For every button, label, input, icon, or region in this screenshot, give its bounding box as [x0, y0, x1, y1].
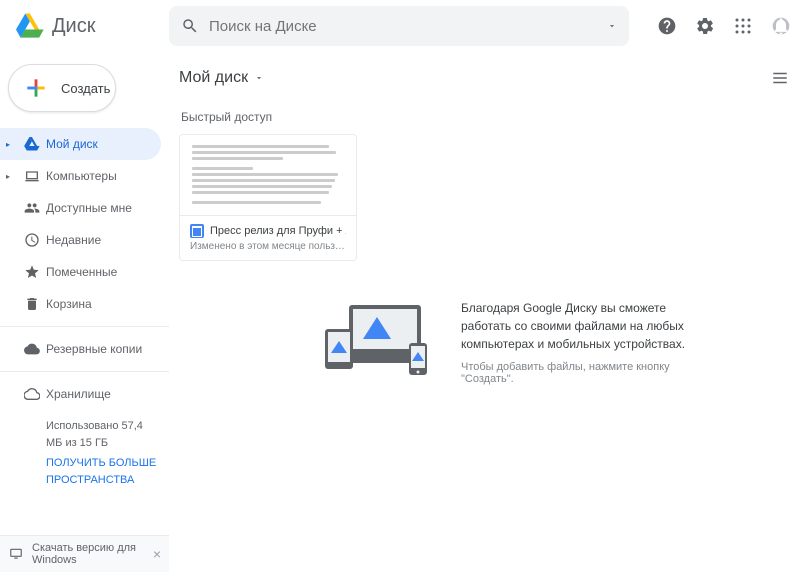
- search-bar[interactable]: [169, 6, 629, 46]
- plus-icon: [23, 75, 49, 101]
- sidebar-label: Помеченные: [46, 265, 117, 279]
- clock-icon: [18, 232, 46, 248]
- hero-subtitle: Чтобы добавить файлы, нажмите кнопку "Со…: [461, 361, 691, 385]
- star-icon: [18, 264, 46, 280]
- drive-small-icon: [18, 137, 46, 151]
- devices-illustration-icon: [319, 303, 437, 381]
- chevron-right-icon: ▸: [6, 140, 18, 149]
- computers-icon: [18, 168, 46, 184]
- get-more-storage-link[interactable]: ПОЛУЧИТЬ БОЛЬШЕ ПРОСТРАНСТВА: [46, 455, 157, 488]
- sidebar-label: Недавние: [46, 233, 101, 247]
- sidebar-item-computers[interactable]: ▸ Компьютеры: [0, 160, 161, 192]
- close-icon[interactable]: ×: [153, 546, 161, 562]
- sidebar-item-my-drive[interactable]: ▸ Мой диск: [0, 128, 161, 160]
- notifications-icon[interactable]: [771, 16, 791, 36]
- sidebar-label: Хранилище: [46, 387, 111, 401]
- main-title-dropdown[interactable]: Мой диск: [179, 69, 264, 87]
- product-name: Диск: [52, 15, 95, 38]
- sidebar-item-storage[interactable]: Хранилище: [0, 378, 161, 410]
- card-subtitle: Изменено в этом месяце пользователем ...: [190, 241, 346, 252]
- sidebar-item-recent[interactable]: Недавние: [0, 224, 161, 256]
- sidebar-item-backups[interactable]: Резервные копии: [0, 333, 161, 365]
- search-icon: [181, 17, 199, 35]
- sidebar-label: Компьютеры: [46, 169, 117, 183]
- trash-icon: [18, 296, 46, 312]
- cloud-outline-icon: [18, 386, 46, 402]
- quick-access-card[interactable]: Пресс релиз для Пруфи + легенда ... Изме…: [179, 134, 357, 261]
- sidebar-label: Доступные мне: [46, 201, 132, 215]
- desktop-icon: [8, 547, 24, 561]
- people-icon: [18, 200, 46, 216]
- chevron-right-icon: ▸: [6, 172, 18, 181]
- sidebar-label: Корзина: [46, 297, 92, 311]
- card-title: Пресс релиз для Пруфи + легенда ...: [210, 225, 346, 237]
- sidebar-item-shared[interactable]: Доступные мне: [0, 192, 161, 224]
- sidebar-item-starred[interactable]: Помеченные: [0, 256, 161, 288]
- cloud-icon: [18, 341, 46, 357]
- quick-access-heading: Быстрый доступ: [181, 110, 789, 124]
- divider: [0, 371, 169, 372]
- download-bar[interactable]: Скачать версию для Windows ×: [0, 535, 169, 572]
- help-icon[interactable]: [657, 16, 677, 36]
- download-bar-text: Скачать версию для Windows: [32, 542, 153, 566]
- sidebar-label: Мой диск: [46, 137, 98, 151]
- sidebar-label: Резервные копии: [46, 342, 142, 356]
- search-input[interactable]: [209, 18, 607, 35]
- create-button[interactable]: Создать: [8, 64, 116, 112]
- storage-usage-text: Использовано 57,4 МБ из 15 ГБ: [46, 418, 157, 451]
- caret-down-icon[interactable]: [607, 21, 617, 31]
- caret-down-icon: [254, 73, 264, 83]
- gear-icon[interactable]: [695, 16, 715, 36]
- list-view-icon[interactable]: [771, 69, 789, 87]
- main-title-text: Мой диск: [179, 69, 248, 87]
- hero-title: Благодаря Google Диску вы сможете работа…: [461, 299, 691, 353]
- sidebar-item-trash[interactable]: Корзина: [0, 288, 161, 320]
- apps-icon[interactable]: [733, 16, 753, 36]
- divider: [0, 326, 169, 327]
- create-label: Создать: [61, 81, 110, 96]
- card-preview: [180, 135, 356, 215]
- docs-icon: [190, 224, 204, 238]
- drive-logo-icon: [16, 13, 44, 39]
